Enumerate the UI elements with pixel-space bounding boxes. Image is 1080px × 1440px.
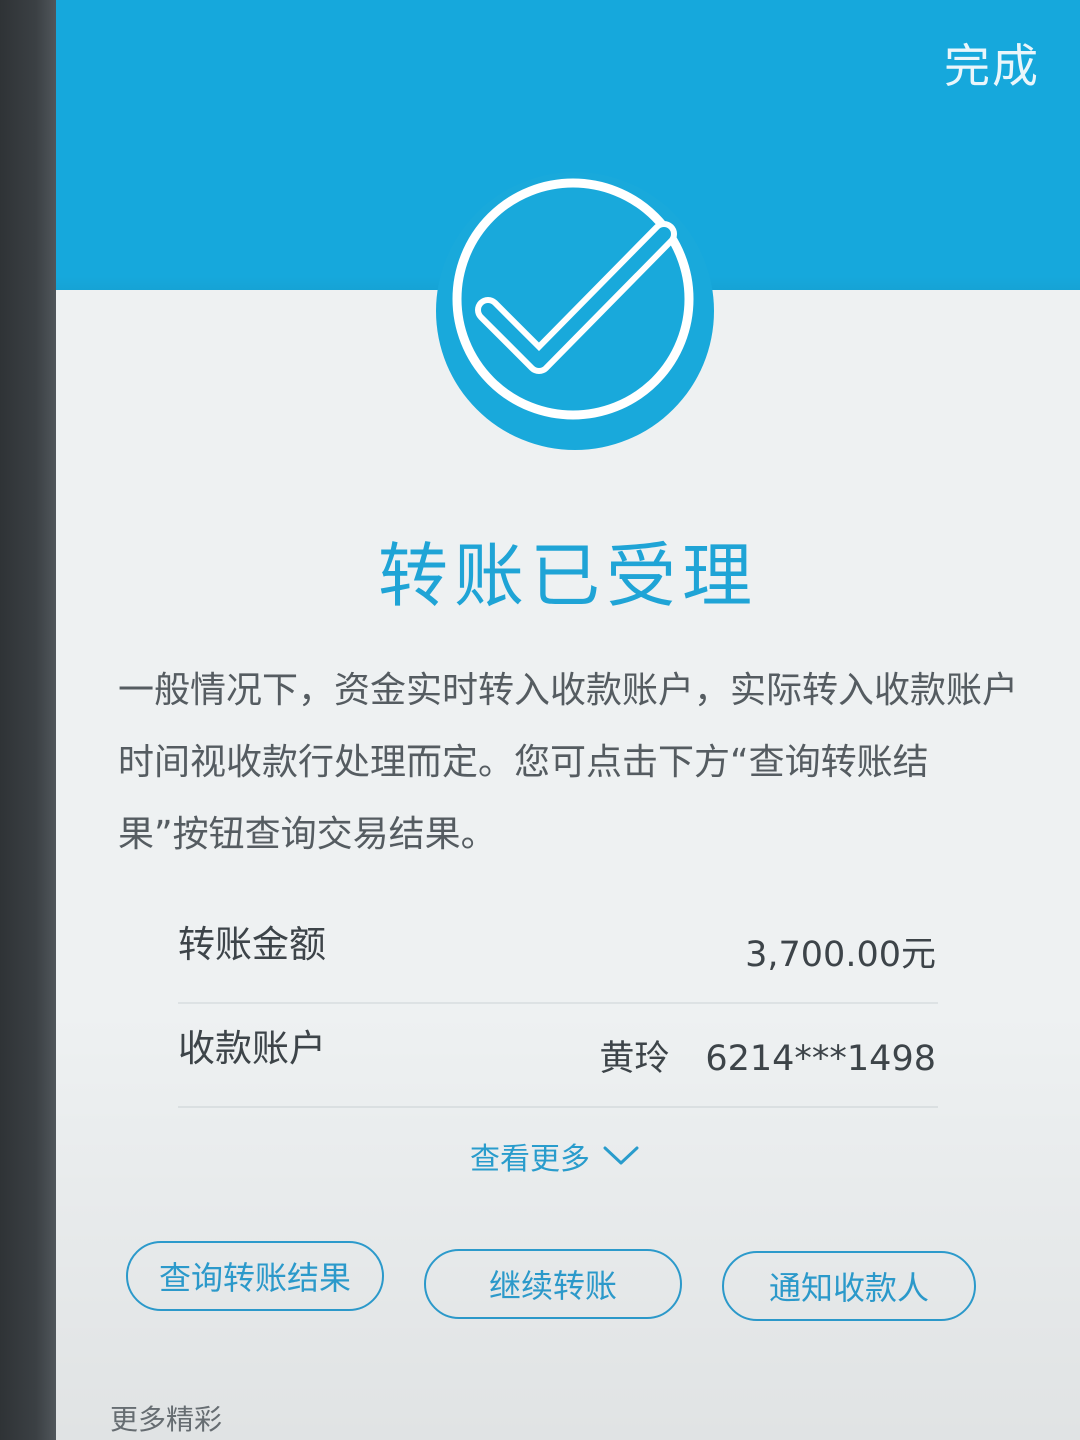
status-title: 转账已受理 xyxy=(378,535,758,617)
see-more-label: 查看更多 xyxy=(470,1142,590,1177)
continue-transfer-button[interactable]: 继续转账 xyxy=(424,1249,682,1319)
done-button[interactable]: 完成 xyxy=(944,30,1040,96)
transfer-result-screen: 完成 转账已受理 一般情况下，资金实时转入收款账户，实际转入收款账户时间视收款行… xyxy=(56,0,1080,1440)
detail-row-payee: 收款账户 黄玲 6214***1498 xyxy=(178,1002,938,1108)
detail-row-amount: 转账金额 3,700.00元 xyxy=(178,898,938,1004)
query-transfer-result-button[interactable]: 查询转账结果 xyxy=(126,1241,384,1311)
amount-label: 转账金额 xyxy=(178,923,326,966)
check-circle-icon xyxy=(436,172,714,450)
payee-account-value: 黄玲 6214***1498 xyxy=(599,1030,936,1081)
chevron-down-icon xyxy=(603,1146,639,1165)
notice-text: 一般情况下，资金实时转入收款账户，实际转入收款账户时间视收款行处理而定。您可点击… xyxy=(118,670,1019,855)
see-more-link[interactable]: 查看更多 xyxy=(470,1134,640,1178)
payee-account-label: 收款账户 xyxy=(178,1027,326,1070)
amount-value: 3,700.00元 xyxy=(745,935,936,975)
payee-account-number: 6214***1498 xyxy=(705,1039,936,1079)
device-bezel xyxy=(0,0,60,1440)
payee-name: 黄玲 xyxy=(599,1039,670,1079)
more-highlights-label: 更多精彩 xyxy=(110,1403,223,1436)
notify-payee-button[interactable]: 通知收款人 xyxy=(722,1251,976,1321)
